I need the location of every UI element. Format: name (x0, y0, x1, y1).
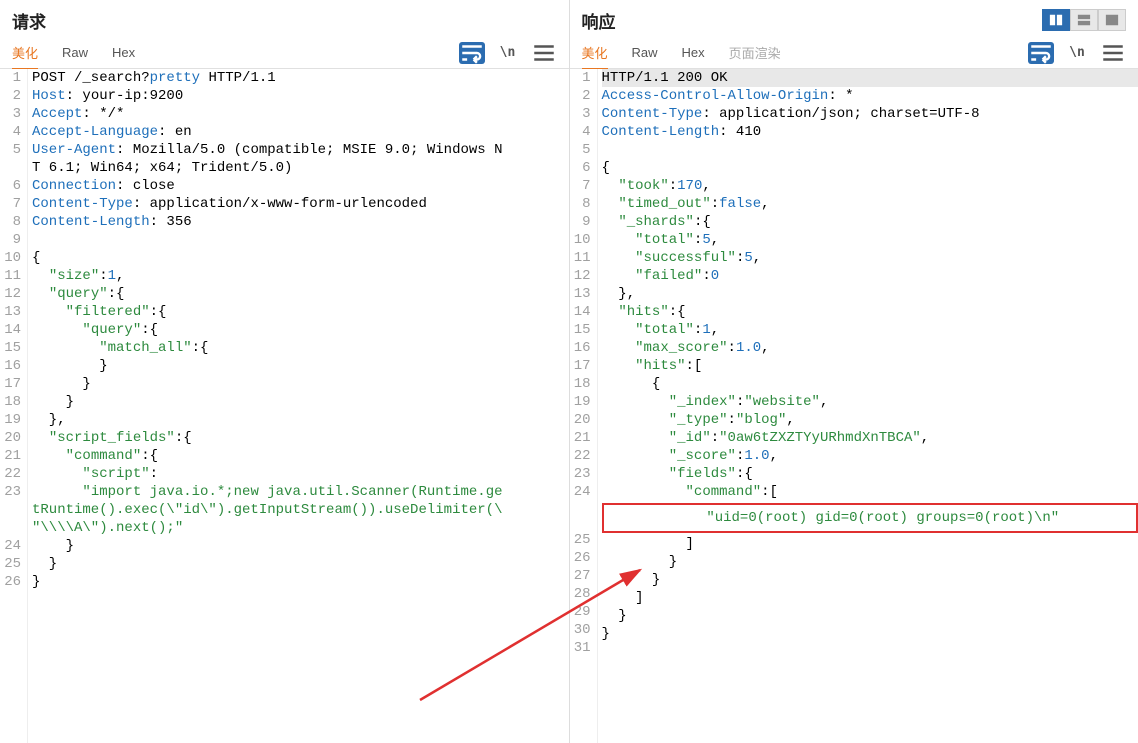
wrap-toggle-button[interactable] (1028, 42, 1054, 64)
tab-render[interactable]: 页面渲染 (729, 37, 781, 70)
tab-hex[interactable]: Hex (112, 39, 135, 68)
layout-split-button[interactable] (1042, 9, 1070, 31)
layout-single-button[interactable] (1098, 9, 1126, 31)
response-panel: 响应 美化 Raw Hex 页面渲染 (570, 0, 1138, 743)
tab-raw[interactable]: Raw (632, 39, 658, 68)
newline-button[interactable]: \n (1064, 42, 1090, 64)
menu-button[interactable] (1100, 42, 1126, 64)
response-header: 响应 (570, 0, 1138, 37)
wrap-icon (1028, 40, 1054, 66)
single-pane-icon (1105, 13, 1119, 27)
tab-pretty[interactable]: 美化 (582, 37, 608, 70)
tab-raw[interactable]: Raw (62, 39, 88, 68)
request-panel: 请求 美化 Raw Hex \n 12345678910111213141516… (0, 0, 570, 743)
layout-horizontal-button[interactable] (1070, 9, 1098, 31)
menu-button[interactable] (531, 42, 557, 64)
wrap-icon (459, 40, 485, 66)
response-title: 响应 (582, 8, 616, 33)
split-vertical-icon (1049, 13, 1063, 27)
wrap-toggle-button[interactable] (459, 42, 485, 64)
request-header: 请求 (0, 0, 569, 37)
layout-toggles (1042, 9, 1126, 31)
hamburger-icon (531, 40, 557, 66)
newline-button[interactable]: \n (495, 42, 521, 64)
hamburger-icon (1100, 40, 1126, 66)
response-code[interactable]: 1234567891011121314151617181920212223242… (570, 69, 1138, 743)
request-title: 请求 (12, 8, 46, 33)
split-horizontal-icon (1077, 13, 1091, 27)
response-tabs: 美化 Raw Hex 页面渲染 \n (570, 37, 1138, 69)
request-code[interactable]: 1234567891011121314151617181920212223242… (0, 69, 569, 743)
tab-pretty[interactable]: 美化 (12, 37, 38, 70)
request-tabs: 美化 Raw Hex \n (0, 37, 569, 69)
tab-hex[interactable]: Hex (682, 39, 705, 68)
